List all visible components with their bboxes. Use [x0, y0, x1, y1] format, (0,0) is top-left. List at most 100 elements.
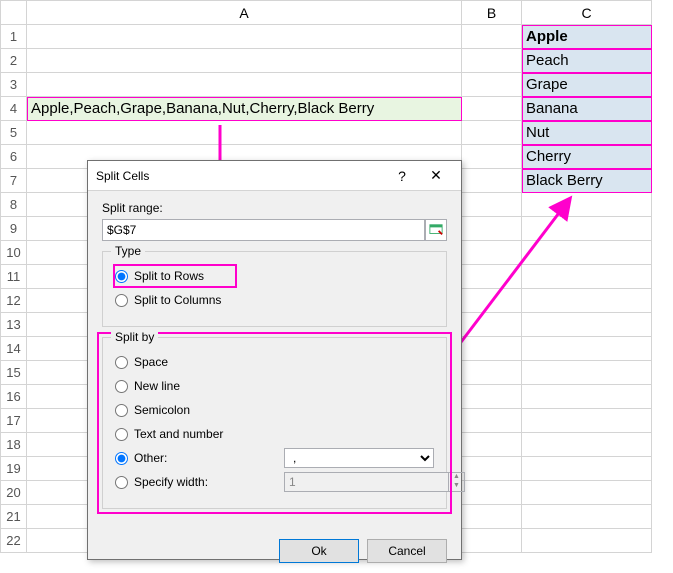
cell[interactable] [462, 433, 522, 457]
result-cell[interactable]: Banana [522, 97, 652, 121]
row-header[interactable]: 22 [1, 529, 27, 553]
cell[interactable] [522, 289, 652, 313]
cancel-button[interactable]: Cancel [367, 539, 447, 563]
cell[interactable] [462, 337, 522, 361]
cell[interactable] [522, 217, 652, 241]
cell[interactable] [462, 97, 522, 121]
cell[interactable] [462, 25, 522, 49]
dialog-titlebar[interactable]: Split Cells ? ✕ [88, 161, 461, 191]
cell[interactable] [462, 481, 522, 505]
cell[interactable] [462, 73, 522, 97]
result-cell[interactable]: Cherry [522, 145, 652, 169]
row-header[interactable]: 18 [1, 433, 27, 457]
col-header-b[interactable]: B [462, 1, 522, 25]
cell[interactable] [522, 505, 652, 529]
cell[interactable] [522, 433, 652, 457]
cell[interactable] [27, 73, 462, 97]
cell[interactable] [462, 361, 522, 385]
cell[interactable] [27, 49, 462, 73]
semicolon-label: Semicolon [134, 403, 190, 417]
row-header[interactable]: 7 [1, 169, 27, 193]
cell[interactable] [522, 385, 652, 409]
range-picker-button[interactable] [425, 219, 447, 241]
result-cell[interactable]: Peach [522, 49, 652, 73]
spin-up-icon[interactable]: ▲ [449, 473, 464, 482]
row-header[interactable]: 8 [1, 193, 27, 217]
cell[interactable] [522, 481, 652, 505]
corner-cell[interactable] [1, 1, 27, 25]
row-header[interactable]: 21 [1, 505, 27, 529]
row-header[interactable]: 3 [1, 73, 27, 97]
row-header[interactable]: 14 [1, 337, 27, 361]
split-cols-radio[interactable] [115, 294, 128, 307]
cell[interactable] [522, 193, 652, 217]
row-header[interactable]: 4 [1, 97, 27, 121]
width-input[interactable] [284, 472, 449, 492]
row-header[interactable]: 15 [1, 361, 27, 385]
space-label: Space [134, 355, 168, 369]
help-button[interactable]: ? [385, 168, 419, 184]
spin-down-icon[interactable]: ▼ [449, 482, 464, 491]
cell[interactable] [462, 169, 522, 193]
cell[interactable] [462, 265, 522, 289]
cell[interactable] [522, 265, 652, 289]
result-cell[interactable]: Apple [522, 25, 652, 49]
cell[interactable] [462, 289, 522, 313]
cell[interactable] [522, 409, 652, 433]
split-rows-radio[interactable] [115, 270, 128, 283]
col-header-c[interactable]: C [522, 1, 652, 25]
row-header[interactable]: 5 [1, 121, 27, 145]
row-header[interactable]: 2 [1, 49, 27, 73]
row-header[interactable]: 6 [1, 145, 27, 169]
row-header[interactable]: 20 [1, 481, 27, 505]
other-delimiter-select[interactable]: , [284, 448, 434, 468]
split-range-input[interactable] [102, 219, 425, 241]
cell[interactable] [462, 505, 522, 529]
cell[interactable] [462, 409, 522, 433]
row-header[interactable]: 13 [1, 313, 27, 337]
source-cell[interactable]: Apple,Peach,Grape,Banana,Nut,Cherry,Blac… [27, 97, 462, 121]
row-header[interactable]: 9 [1, 217, 27, 241]
cell[interactable] [522, 529, 652, 553]
newline-radio[interactable] [115, 380, 128, 393]
cell[interactable] [462, 193, 522, 217]
cell[interactable] [522, 361, 652, 385]
row-header[interactable]: 1 [1, 25, 27, 49]
cell[interactable] [462, 385, 522, 409]
cell[interactable] [522, 241, 652, 265]
cell[interactable] [462, 313, 522, 337]
textnum-radio[interactable] [115, 428, 128, 441]
semicolon-radio[interactable] [115, 404, 128, 417]
cell[interactable] [522, 457, 652, 481]
close-button[interactable]: ✕ [419, 167, 453, 184]
row-header[interactable]: 16 [1, 385, 27, 409]
other-radio[interactable] [115, 452, 128, 465]
row-header[interactable]: 17 [1, 409, 27, 433]
row-header[interactable]: 11 [1, 265, 27, 289]
other-label: Other: [134, 451, 284, 465]
cell[interactable] [462, 217, 522, 241]
newline-label: New line [134, 379, 180, 393]
cell[interactable] [522, 313, 652, 337]
cell[interactable] [462, 457, 522, 481]
result-cell[interactable]: Grape [522, 73, 652, 97]
width-radio[interactable] [115, 476, 128, 489]
row-header[interactable]: 10 [1, 241, 27, 265]
cell[interactable] [462, 121, 522, 145]
space-radio[interactable] [115, 356, 128, 369]
row-header[interactable]: 12 [1, 289, 27, 313]
cell[interactable] [462, 241, 522, 265]
width-spinner[interactable]: ▲▼ [284, 472, 465, 492]
result-cell[interactable]: Nut [522, 121, 652, 145]
result-cell[interactable]: Black Berry [522, 169, 652, 193]
ok-button[interactable]: Ok [279, 539, 359, 563]
cell[interactable] [522, 337, 652, 361]
cell[interactable] [27, 121, 462, 145]
row-header[interactable]: 19 [1, 457, 27, 481]
cell[interactable] [27, 25, 462, 49]
split-by-group: Split by Space New line Semicolon Text a… [102, 337, 447, 509]
cell[interactable] [462, 145, 522, 169]
cell[interactable] [462, 49, 522, 73]
col-header-a[interactable]: A [27, 1, 462, 25]
cell[interactable] [462, 529, 522, 553]
